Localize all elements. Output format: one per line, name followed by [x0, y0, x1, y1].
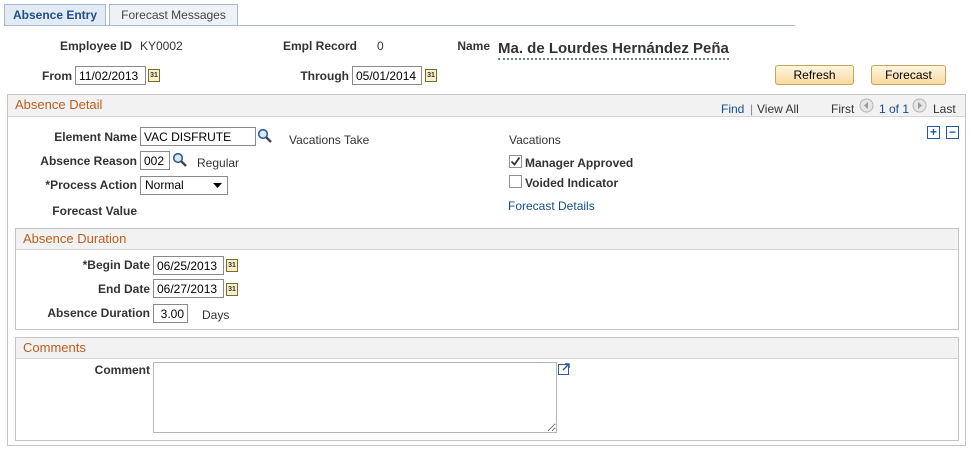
employee-id-label: Employee ID	[59, 39, 132, 53]
checkmark-icon	[510, 156, 521, 166]
manager-approved-label: Manager Approved	[525, 156, 634, 170]
toolbar-separator: |	[750, 102, 754, 116]
find-link[interactable]: Find	[721, 102, 744, 116]
tab-absence-entry[interactable]: Absence Entry	[4, 4, 106, 26]
comments-header: Comments	[16, 338, 958, 359]
duration-unit: Days	[202, 308, 230, 322]
magnifier-icon[interactable]	[172, 152, 188, 168]
process-action-label: *Process Action	[45, 178, 137, 192]
begin-date-label: *Begin Date	[82, 258, 150, 272]
through-label: Through	[300, 69, 349, 83]
forecast-button[interactable]: Forecast	[871, 65, 946, 85]
absence-reason-label: Absence Reason	[40, 154, 137, 168]
from-date-input[interactable]	[75, 66, 146, 85]
calendar-icon[interactable]: 31	[425, 69, 437, 82]
chevron-down-icon	[213, 183, 222, 188]
employee-id-value: KY0002	[140, 39, 183, 53]
element-description: Vacations Take	[289, 133, 370, 147]
through-date-input[interactable]	[352, 66, 422, 85]
absence-duration-title: Absence Duration	[23, 231, 127, 246]
end-date-input[interactable]	[153, 279, 224, 298]
first-label[interactable]: First	[831, 102, 854, 116]
element-name-label: Element Name	[54, 130, 137, 144]
last-label[interactable]: Last	[933, 102, 956, 116]
absence-reason-input[interactable]	[140, 151, 170, 170]
next-arrow-icon[interactable]	[912, 98, 927, 113]
end-date-label: End Date	[97, 282, 150, 296]
absence-duration-label: Absence Duration	[47, 306, 150, 320]
process-action-select[interactable]: Normal	[140, 176, 228, 195]
magnifier-icon[interactable]	[257, 128, 273, 144]
absence-reason-description: Regular	[197, 156, 240, 170]
voided-indicator-label: Voided Indicator	[525, 176, 619, 190]
refresh-button[interactable]: Refresh	[775, 65, 854, 85]
from-label: From	[42, 69, 72, 83]
view-all-link[interactable]: View All	[757, 102, 799, 116]
minus-icon[interactable]: −	[946, 126, 959, 139]
plus-icon[interactable]: +	[927, 126, 940, 139]
element-category: Vacations	[509, 133, 561, 147]
employee-name[interactable]: Ma. de Lourdes Hernández Peña	[498, 40, 729, 60]
expand-icon[interactable]	[558, 362, 571, 375]
pager-text: 1 of 1	[879, 102, 910, 116]
empl-record-value: 0	[377, 39, 384, 53]
forecast-details-link[interactable]: Forecast Details	[508, 199, 595, 213]
name-label: Name	[457, 39, 490, 53]
process-action-value: Normal	[145, 178, 184, 192]
empl-record-label: Empl Record	[282, 39, 357, 53]
begin-date-input[interactable]	[153, 256, 224, 275]
tab-forecast-messages[interactable]: Forecast Messages	[109, 4, 238, 26]
comments-title: Comments	[23, 340, 86, 355]
tab-underline	[4, 25, 795, 26]
absence-duration-header: Absence Duration	[16, 229, 958, 250]
comment-textarea[interactable]	[153, 362, 557, 433]
comment-label: Comment	[94, 363, 150, 377]
calendar-icon[interactable]: 31	[226, 283, 238, 296]
absence-duration-input[interactable]	[153, 304, 188, 323]
calendar-icon[interactable]: 31	[226, 259, 238, 272]
previous-arrow-icon[interactable]	[859, 98, 874, 113]
voided-indicator-checkbox[interactable]	[509, 175, 522, 188]
element-name-input[interactable]	[140, 127, 256, 146]
absence-detail-header: Absence Detail	[8, 95, 965, 117]
absence-detail-title: Absence Detail	[15, 97, 103, 112]
forecast-value-label: Forecast Value	[52, 204, 137, 218]
calendar-icon[interactable]: 31	[148, 69, 160, 82]
manager-approved-checkbox[interactable]	[509, 155, 522, 168]
